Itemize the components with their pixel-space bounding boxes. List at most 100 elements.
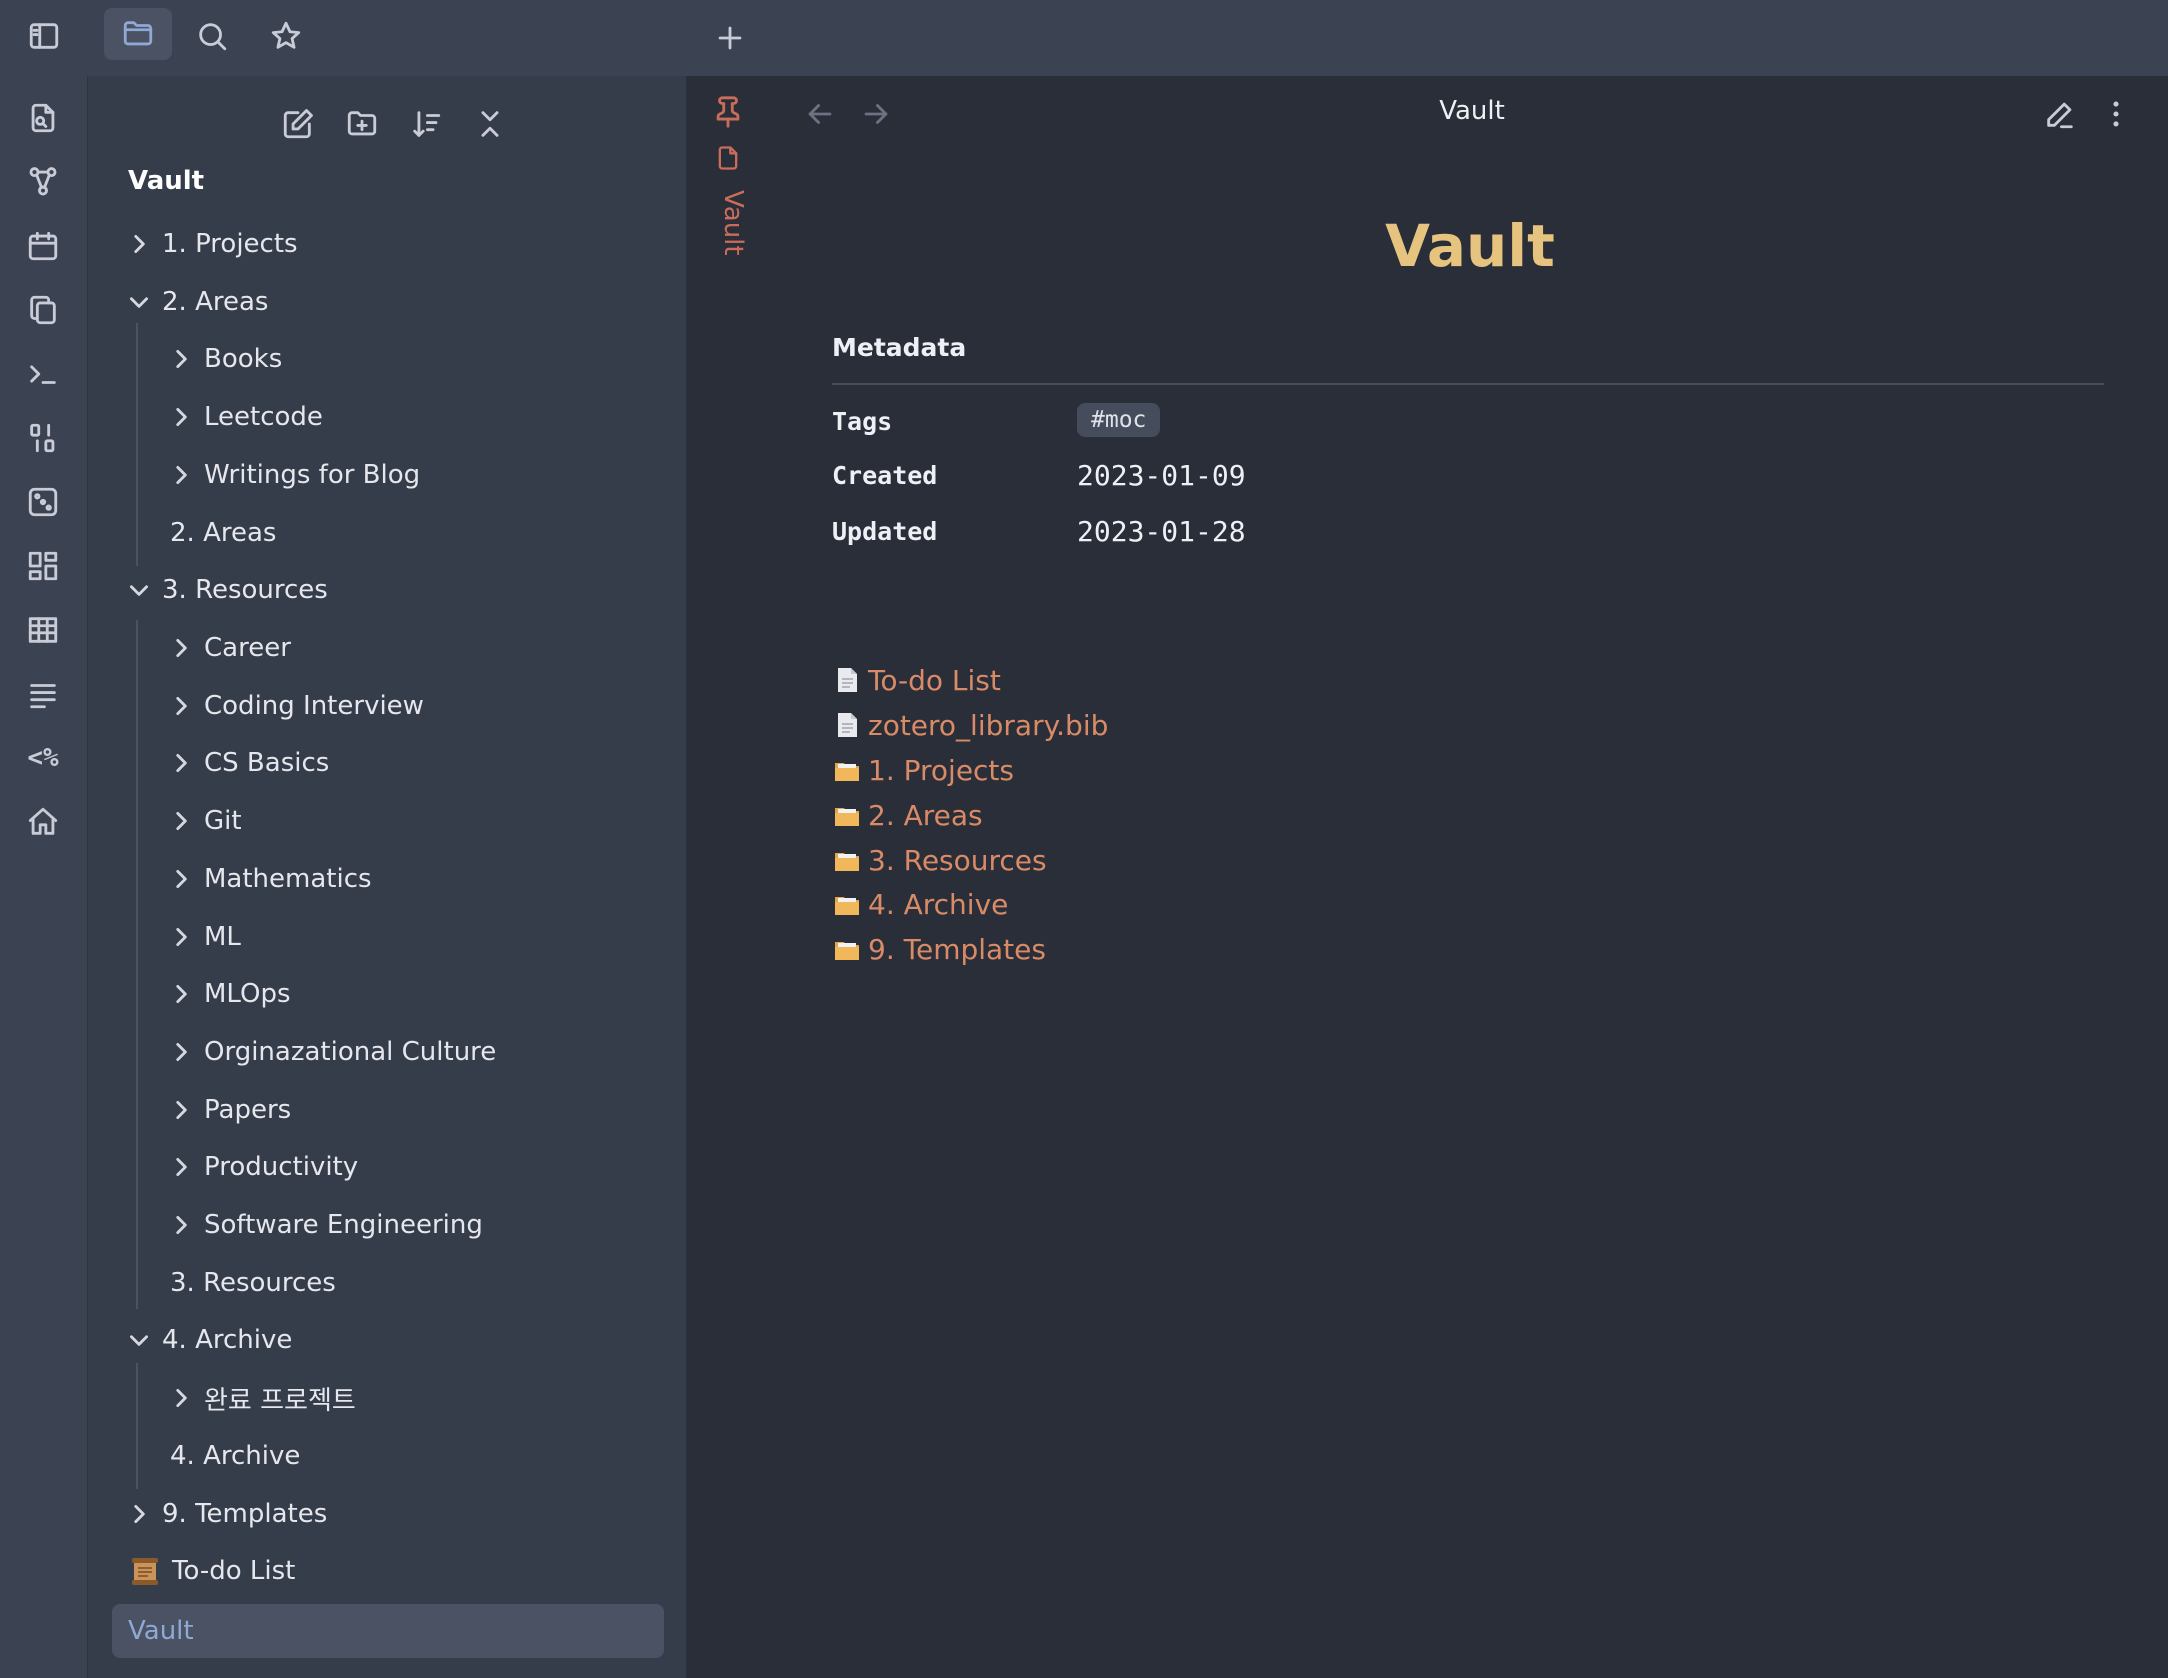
tag-badge[interactable]: #moc (1077, 403, 1161, 437)
tree-file-archive-note[interactable]: 4. Archive (170, 1431, 300, 1481)
tree-file-areas-note[interactable]: 2. Areas (170, 508, 276, 558)
more-options-icon[interactable] (2090, 88, 2142, 140)
tree-label: 3. Resources (162, 575, 328, 605)
tree-folder-software-engineering[interactable]: Software Engineering (168, 1200, 483, 1250)
templater-icon[interactable]: <% (15, 730, 71, 786)
chevron-right-icon (168, 635, 194, 661)
tree-folder-areas[interactable]: 2. Areas (126, 277, 268, 327)
tree-label: 3. Resources (170, 1268, 336, 1298)
tree-folder-writings-for-blog[interactable]: Writings for Blog (168, 450, 420, 500)
tree-folder-coding-interview[interactable]: Coding Interview (168, 681, 424, 731)
tree-folder-mlops[interactable]: MLOps (168, 969, 291, 1019)
table-icon[interactable] (15, 602, 71, 658)
random-note-dice-icon[interactable] (15, 474, 71, 530)
tree-label: 2. Areas (162, 287, 269, 317)
link-item[interactable]: 1. Projects (832, 750, 1014, 790)
tree-file-resources-note[interactable]: 3. Resources (170, 1258, 336, 1308)
tree-label: Papers (204, 1095, 292, 1125)
tree-folder-projects[interactable]: 1. Projects (126, 219, 298, 269)
tree-guide-areas (136, 323, 138, 566)
tree-folder-career[interactable]: Career (168, 623, 291, 673)
files-tab-folder-icon[interactable] (104, 8, 172, 60)
chevron-right-icon (168, 924, 194, 950)
graph-view-icon[interactable] (15, 154, 71, 210)
tree-label: CS Basics (204, 748, 330, 778)
tree-label: Orginazational Culture (204, 1037, 497, 1067)
chevron-right-icon (168, 346, 194, 372)
metadata-heading: Metadata (832, 333, 967, 362)
copy-files-icon[interactable] (15, 282, 71, 338)
tree-folder-orginazational-culture[interactable]: Orginazational Culture (168, 1027, 496, 1077)
forward-arrow-icon[interactable] (850, 88, 902, 140)
link-item[interactable]: 4. Archive (832, 884, 1008, 924)
chevron-right-icon (126, 1501, 152, 1527)
tree-label: 4. Archive (162, 1325, 293, 1355)
chevron-right-icon (168, 1097, 194, 1123)
vault-root-label[interactable]: Vault (128, 166, 204, 196)
tree-folder-resources[interactable]: 3. Resources (126, 565, 328, 615)
metadata-divider (832, 383, 2104, 385)
file-folder-icon (832, 934, 862, 964)
metadata-value-created: 2023-01-09 (1077, 459, 1246, 492)
terminal-icon[interactable] (15, 346, 71, 402)
chevron-right-icon (168, 404, 194, 430)
edit-pencil-icon[interactable] (2034, 88, 2086, 140)
tree-file-todo-list[interactable]: To-do List (130, 1546, 295, 1596)
binary-icon[interactable] (15, 410, 71, 466)
tree-folder-papers[interactable]: Papers (168, 1085, 291, 1135)
link-item[interactable]: 3. Resources (832, 840, 1047, 880)
tree-folder-books[interactable]: Books (168, 334, 282, 384)
tree-file-vault-selected[interactable]: Vault (112, 1604, 664, 1658)
new-tab-plus-icon[interactable] (702, 10, 758, 66)
collapse-all-icon[interactable] (464, 98, 516, 150)
view-header-title[interactable]: Vault (1272, 96, 1672, 126)
back-arrow-icon[interactable] (794, 88, 846, 140)
note-title: Vault (1385, 212, 1555, 280)
file-icon[interactable] (702, 132, 754, 184)
tree-folder-cs-basics[interactable]: CS Basics (168, 738, 329, 788)
tree-folder-ml[interactable]: ML (168, 912, 241, 962)
tree-folder-templates[interactable]: 9. Templates (126, 1489, 327, 1539)
chevron-right-icon (168, 1154, 194, 1180)
bookmarks-star-icon[interactable] (258, 8, 314, 64)
tree-folder-productivity[interactable]: Productivity (168, 1142, 358, 1192)
tree-label: Productivity (204, 1152, 359, 1182)
tree-label: To-do List (172, 1556, 296, 1586)
tree-guide-archive (136, 1363, 138, 1489)
tree-folder-archive[interactable]: 4. Archive (126, 1315, 292, 1365)
new-folder-icon[interactable] (336, 98, 388, 150)
tree-folder-git[interactable]: Git (168, 796, 242, 846)
link-label: 3. Resources (868, 843, 1047, 877)
sort-order-icon[interactable] (400, 98, 452, 150)
tree-label: Coding Interview (204, 691, 424, 721)
chevron-right-icon (168, 981, 194, 1007)
tree-folder-mathematics[interactable]: Mathematics (168, 854, 372, 904)
link-label: 9. Templates (868, 932, 1046, 966)
chevron-right-icon (168, 750, 194, 776)
dashboard-grid-icon[interactable] (15, 538, 71, 594)
chevron-right-icon (168, 866, 194, 892)
tree-label: ML (204, 922, 241, 952)
open-quick-switcher-icon[interactable] (15, 90, 71, 146)
tree-label: MLOps (204, 979, 291, 1009)
search-tab-icon[interactable] (184, 8, 240, 64)
toggle-sidebar-icon[interactable] (16, 8, 72, 64)
link-item[interactable]: 2. Areas (832, 795, 983, 835)
tree-label: Mathematics (204, 864, 372, 894)
home-icon[interactable] (15, 794, 71, 850)
tree-folder-completed-projects[interactable]: 완료 프로젝트 (168, 1373, 356, 1423)
pinned-tab-label[interactable]: Vault (718, 190, 748, 256)
metadata-key-created: Created (832, 461, 938, 490)
link-item[interactable]: zotero_library.bib (832, 705, 1108, 745)
calendar-icon[interactable] (15, 218, 71, 274)
pin-icon[interactable] (702, 86, 754, 138)
tree-folder-leetcode[interactable]: Leetcode (168, 392, 323, 442)
link-item[interactable]: 9. Templates (832, 929, 1046, 969)
tree-label: Career (204, 633, 291, 663)
outline-list-icon[interactable] (15, 666, 71, 722)
link-label: zotero_library.bib (868, 708, 1109, 742)
link-item[interactable]: To-do List (832, 660, 1001, 700)
new-note-icon[interactable] (272, 98, 324, 150)
chevron-down-icon (126, 577, 152, 603)
tree-label: 2. Areas (170, 518, 277, 548)
